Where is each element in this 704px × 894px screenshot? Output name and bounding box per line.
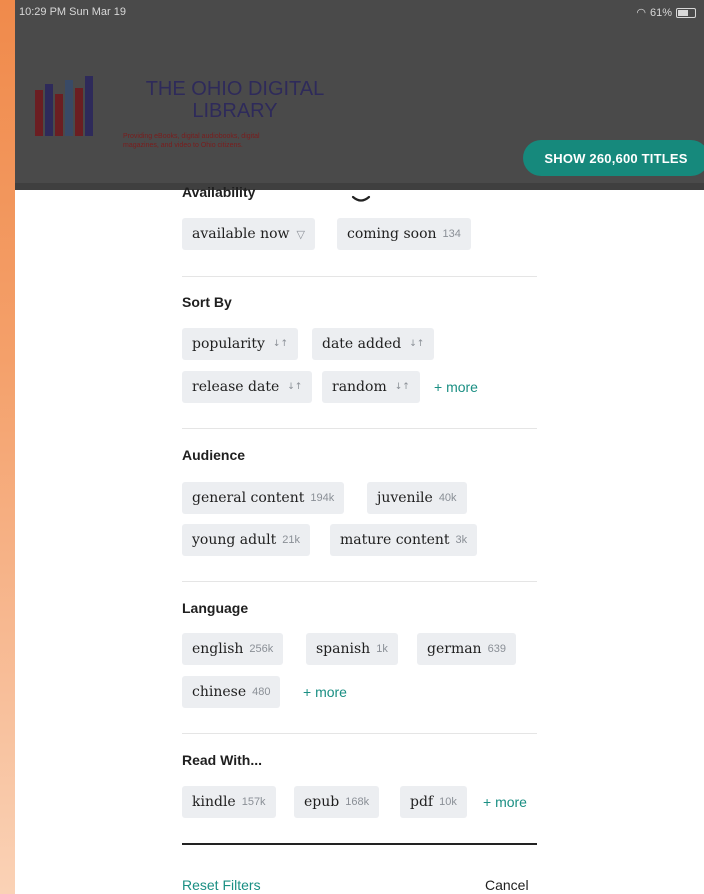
chip-english[interactable]: english 256k (182, 633, 284, 665)
language-more-link[interactable]: + more (303, 676, 347, 708)
chip-mature-content[interactable]: mature content 3k (330, 524, 478, 556)
divider (182, 276, 537, 277)
library-logo: THE OHIO DIGITAL LIBRARY Providing eBook… (35, 70, 365, 160)
read-with-title: Read With... (182, 752, 262, 768)
chip-coming-soon[interactable]: coming soon 134 (337, 218, 471, 250)
sort-icon: ↓↑ (272, 339, 288, 349)
read-with-more-link[interactable]: + more (483, 786, 527, 818)
header-strip (15, 183, 704, 190)
chip-general-content[interactable]: general content 194k (182, 482, 345, 514)
status-bar: 10:29 PM Sun Mar 19 ◠ 61% (15, 0, 704, 22)
chevron-down-icon[interactable] (351, 194, 371, 206)
chip-german[interactable]: german 639 (417, 633, 516, 665)
show-titles-button[interactable]: SHOW 260,600 TITLES (523, 140, 704, 176)
books-logo-icon (35, 76, 105, 136)
chip-date-added[interactable]: date added ↓↑ (312, 328, 435, 360)
library-tagline: Providing eBooks, digital audiobooks, di… (123, 133, 260, 149)
library-title: THE OHIO DIGITAL LIBRARY (145, 78, 325, 122)
chip-young-adult[interactable]: young adult 21k (182, 524, 310, 556)
audience-title: Audience (182, 447, 246, 463)
status-indicators: ◠ 61% (636, 6, 696, 19)
library-header: 10:29 PM Sun Mar 19 ◠ 61% THE OHIO DIGIT… (15, 0, 704, 190)
chip-release-date[interactable]: release date ↓↑ (182, 371, 313, 403)
availability-title: Availability (182, 184, 256, 200)
divider (182, 581, 537, 582)
filter-icon: ▽ (296, 227, 305, 241)
battery-percent: 61% (649, 6, 672, 19)
chip-random[interactable]: random ↓↑ (322, 371, 420, 403)
wifi-icon: ◠ (636, 7, 646, 19)
chip-juvenile[interactable]: juvenile 40k (367, 482, 467, 514)
chip-kindle[interactable]: kindle 157k (182, 786, 276, 818)
status-time: 10:29 PM Sun Mar 19 (19, 6, 127, 18)
language-title: Language (182, 600, 249, 616)
sort-icon: ↓↑ (287, 382, 303, 392)
chip-epub[interactable]: epub 168k (294, 786, 380, 818)
footer-divider (182, 843, 537, 845)
chip-popularity[interactable]: popularity ↓↑ (182, 328, 298, 360)
sort-more-link[interactable]: + more (434, 371, 478, 403)
cancel-button[interactable]: Cancel (485, 877, 529, 893)
sort-title: Sort By (182, 294, 232, 310)
chip-pdf[interactable]: pdf 10k (400, 786, 467, 818)
divider (182, 733, 537, 734)
sort-icon: ↓↑ (409, 339, 425, 349)
chip-available-now[interactable]: available now ▽ (182, 218, 315, 250)
battery-icon (676, 7, 696, 18)
divider (182, 428, 537, 429)
chip-spanish[interactable]: spanish 1k (306, 633, 398, 665)
chip-chinese[interactable]: chinese 480 (182, 676, 281, 708)
sort-icon: ↓↑ (394, 382, 410, 392)
reset-filters-button[interactable]: Reset Filters (182, 877, 261, 893)
filter-sheet: Availability available now ▽ coming soon… (15, 184, 704, 894)
